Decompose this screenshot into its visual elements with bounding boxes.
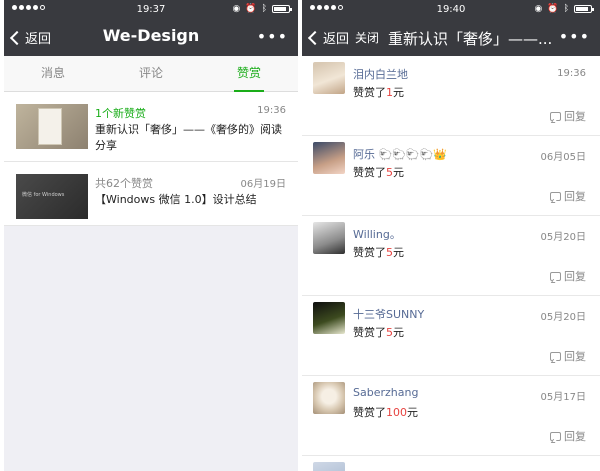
reward-amount: 赞赏了1元: [353, 86, 404, 99]
back-button[interactable]: 返回: [307, 28, 350, 47]
alarm-icon: ⏰: [245, 4, 257, 14]
top-bar: 19:40 ◉ ⏰ ᛒ 返回 关闭 重新认识「奢侈」——... •••: [302, 0, 600, 56]
rotation-lock-icon: ◉: [534, 4, 543, 14]
reward-count: 共62个赞赏: [95, 177, 153, 190]
page-title: 重新认识「奢侈」——...: [388, 30, 553, 48]
nav-bar: 返回 We-Design •••: [4, 20, 298, 56]
bluetooth-icon: ᛒ: [563, 4, 569, 14]
more-icon[interactable]: •••: [257, 27, 288, 46]
reward-amount: 赞赏了5元: [353, 326, 404, 339]
chevron-left-icon: [307, 30, 323, 45]
article-title: 重新认识「奢侈」——《奢侈的》阅读分享: [95, 123, 282, 152]
avatar[interactable]: [313, 302, 345, 334]
reward-detail-screen: 19:40 ◉ ⏰ ᛒ 返回 关闭 重新认识「奢侈」——... ••• 泪内白兰…: [302, 0, 600, 471]
reward-amount: 赞赏了5元: [353, 166, 404, 179]
battery-icon: [574, 5, 594, 13]
reply-button[interactable]: 回复: [550, 268, 586, 284]
user-name[interactable]: 十三爷SUNNY: [353, 306, 424, 322]
rotation-lock-icon: ◉: [232, 4, 241, 14]
reward-time: 05月20日: [540, 312, 586, 323]
list-item: Willing。 05月20日 赞赏了5元 回复: [302, 216, 600, 296]
tab-comments[interactable]: 评论: [102, 56, 200, 91]
reward-time: 05月17日: [540, 392, 586, 403]
article-thumbnail: 微信 for Windows: [16, 174, 88, 219]
list-item: [302, 456, 600, 471]
comment-icon: [550, 271, 561, 281]
avatar[interactable]: [313, 382, 345, 414]
avatar[interactable]: [313, 222, 345, 254]
avatar[interactable]: [313, 142, 345, 174]
article-title: 【Windows 微信 1.0】设计总结: [95, 193, 257, 206]
battery-icon: [272, 5, 292, 13]
list-item[interactable]: 微信 for Windows 共62个赞赏 06月19日 【Windows 微信…: [4, 162, 298, 226]
reward-amount: 赞赏了5元: [353, 246, 404, 259]
top-bar: 19:37 ◉ ⏰ ᛒ 返回 We-Design •••: [4, 0, 298, 56]
close-button[interactable]: 关闭: [355, 29, 379, 46]
user-name[interactable]: Saberzhang: [353, 386, 418, 399]
user-name[interactable]: Willing。: [353, 226, 401, 242]
list-item: 十三爷SUNNY 05月20日 赞赏了5元 回复: [302, 296, 600, 376]
tab-bar: 消息 评论 赞赏: [4, 56, 298, 92]
comment-icon: [550, 111, 561, 121]
screenshot: 19:37 ◉ ⏰ ᛒ 返回 We-Design ••• 消息 评论 赞赏 1个…: [0, 0, 600, 471]
message-time: 19:36: [257, 105, 286, 116]
list-item: Saberzhang 05月17日 赞赏了100元 回复: [302, 376, 600, 456]
reward-time: 06月05日: [540, 152, 586, 163]
list-item: 阿乐 🐑🐑🐑🐑👑 06月05日 赞赏了5元 回复: [302, 136, 600, 216]
tab-rewards[interactable]: 赞赏: [200, 56, 298, 92]
status-bar: 19:37 ◉ ⏰ ᛒ: [4, 0, 298, 20]
back-label: 返回: [323, 32, 350, 47]
list-item: 泪内白兰地 19:36 赞赏了1元 回复: [302, 56, 600, 136]
more-icon[interactable]: •••: [559, 27, 590, 46]
tab-messages[interactable]: 消息: [4, 56, 102, 91]
reward-amount: 赞赏了100元: [353, 406, 418, 419]
reward-time: 19:36: [557, 68, 586, 79]
comment-icon: [550, 431, 561, 441]
article-thumbnail: [16, 104, 88, 149]
reply-button[interactable]: 回复: [550, 348, 586, 364]
comment-icon: [550, 191, 561, 201]
user-name[interactable]: 阿乐 🐑🐑🐑🐑👑: [353, 146, 447, 162]
reply-button[interactable]: 回复: [550, 428, 586, 444]
comment-icon: [550, 351, 561, 361]
reply-button[interactable]: 回复: [550, 188, 586, 204]
reply-button[interactable]: 回复: [550, 108, 586, 124]
avatar[interactable]: [313, 62, 345, 94]
reward-count: 1个新赞赏: [95, 107, 146, 120]
nav-bar: 返回 关闭 重新认识「奢侈」——... •••: [302, 20, 600, 56]
user-name[interactable]: 泪内白兰地: [353, 66, 408, 82]
message-time: 06月19日: [240, 179, 286, 190]
list-item[interactable]: 1个新赞赏 19:36 重新认识「奢侈」——《奢侈的》阅读分享: [4, 92, 298, 162]
status-bar: 19:40 ◉ ⏰ ᛒ: [302, 0, 600, 20]
thumbnail-text: 微信 for Windows: [22, 192, 65, 198]
wedesign-rewards-screen: 19:37 ◉ ⏰ ᛒ 返回 We-Design ••• 消息 评论 赞赏 1个…: [4, 0, 298, 471]
page-title: We-Design: [102, 26, 200, 45]
avatar[interactable]: [313, 462, 345, 471]
reward-time: 05月20日: [540, 232, 586, 243]
alarm-icon: ⏰: [547, 4, 559, 14]
bluetooth-icon: ᛒ: [261, 4, 267, 14]
